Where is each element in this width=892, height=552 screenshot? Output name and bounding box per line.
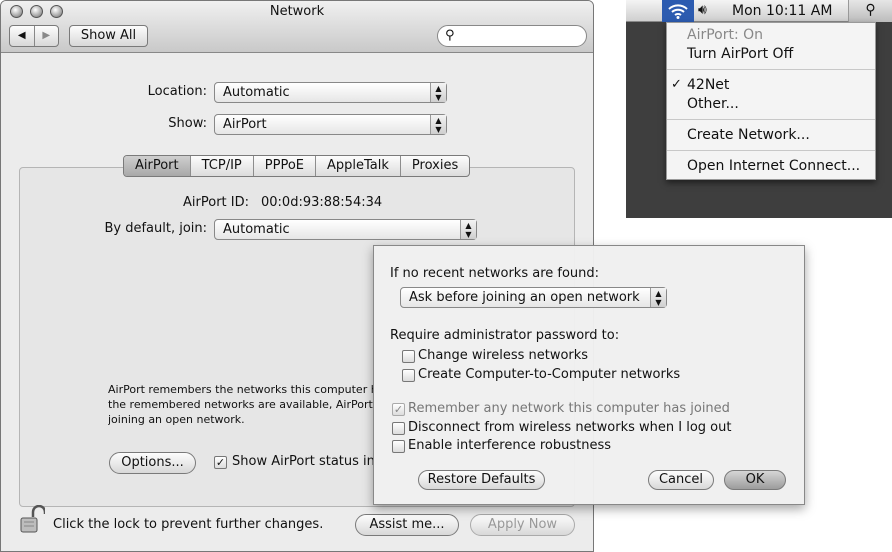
menu-turn-airport-off[interactable]: Turn AirPort Off	[687, 46, 793, 62]
menu-bar: 🔊︎ Mon 10:11 AM ⚲	[626, 0, 892, 22]
menu-open-internet-connect[interactable]: Open Internet Connect...	[687, 158, 860, 174]
airport-id-value: 00:0d:93:88:54:34	[261, 195, 383, 210]
menu-separator	[667, 69, 875, 70]
menu-create-network[interactable]: Create Network...	[687, 127, 810, 143]
info-line-2: the remembered networks are available, A…	[108, 398, 374, 411]
show-status-label: Show AirPort status in menu bar	[232, 454, 374, 469]
tab-tcpip[interactable]: TCP/IP	[191, 156, 254, 176]
tab-pppoe[interactable]: PPPoE	[254, 156, 317, 176]
default-join-value: Automatic	[223, 222, 290, 237]
restore-defaults-button[interactable]: Restore Defaults	[418, 470, 545, 490]
change-wireless-label: Change wireless networks	[418, 348, 589, 363]
spotlight-search-icon[interactable]: ⚲	[848, 0, 892, 22]
search-icon: ⚲	[445, 28, 455, 43]
change-wireless-checkbox[interactable]	[402, 350, 415, 363]
apply-now-button[interactable]: Apply Now	[470, 514, 575, 536]
menu-separator	[667, 150, 875, 151]
back-arrow-icon[interactable]: ◀	[10, 26, 35, 46]
menu-airport-status: AirPort: On	[687, 27, 764, 43]
location-popup[interactable]: Automatic ▲ ▼	[214, 82, 447, 103]
volume-icon[interactable]: 🔊︎	[698, 2, 707, 18]
airport-info-text: AirPort remembers the networks this comp…	[108, 382, 374, 427]
popup-arrows-icon: ▲ ▼	[430, 115, 446, 134]
show-all-button[interactable]: Show All	[69, 25, 148, 47]
menu-other-network[interactable]: Other...	[687, 96, 739, 112]
info-line-3: joining an open network.	[108, 413, 245, 426]
lock-icon[interactable]	[19, 504, 47, 535]
default-join-label: By default, join:	[104, 221, 207, 236]
window-title: Network	[269, 4, 325, 19]
airport-id-label: AirPort ID:	[183, 195, 249, 210]
if-none-found-popup[interactable]: Ask before joining an open network ▲ ▼	[400, 287, 667, 308]
lock-text: Click the lock to prevent further change…	[53, 517, 324, 532]
default-join-popup[interactable]: Automatic ▲ ▼	[214, 219, 477, 240]
remember-network-label: Remember any network this computer has j…	[408, 401, 730, 416]
menu-network-42net[interactable]: 42Net	[687, 77, 729, 93]
create-c2c-label: Create Computer-to-Computer networks	[418, 367, 681, 382]
if-none-found-label: If no recent networks are found:	[390, 266, 600, 281]
tab-airport[interactable]: AirPort	[124, 156, 191, 176]
forward-arrow-icon[interactable]: ▶	[35, 26, 59, 46]
tab-proxies[interactable]: Proxies	[401, 156, 469, 176]
popup-arrows-icon: ▲ ▼	[430, 83, 446, 102]
search-field[interactable]: ⚲	[437, 25, 587, 47]
assist-me-button[interactable]: Assist me...	[355, 514, 459, 536]
location-value: Automatic	[223, 85, 290, 100]
popup-arrows-icon: ▲ ▼	[650, 288, 666, 307]
location-label: Location:	[147, 84, 207, 99]
remember-network-checkbox[interactable]: ✓	[392, 403, 405, 416]
checkmark-icon: ✓	[671, 77, 682, 92]
search-input[interactable]	[460, 28, 580, 44]
info-line-1: AirPort remembers the networks this comp…	[108, 383, 374, 396]
popup-arrows-icon: ▲ ▼	[460, 220, 476, 239]
disconnect-logout-checkbox[interactable]	[392, 422, 405, 435]
tab-appletalk[interactable]: AppleTalk	[316, 156, 401, 176]
airport-dropdown-menu: AirPort: On Turn AirPort Off ✓ 42Net Oth…	[666, 22, 876, 180]
interference-label: Enable interference robustness	[408, 438, 612, 453]
options-button[interactable]: Options...	[109, 452, 196, 474]
show-status-checkbox[interactable]: ✓	[214, 456, 227, 469]
tab-bar: AirPort TCP/IP PPPoE AppleTalk Proxies	[123, 155, 471, 177]
menu-clock[interactable]: Mon 10:11 AM	[732, 3, 832, 19]
require-password-label: Require administrator password to:	[390, 328, 620, 343]
back-forward-control: ◀ ▶	[9, 25, 59, 47]
airport-options-sheet: If no recent networks are found: Ask bef…	[373, 245, 805, 505]
show-label: Show:	[168, 116, 207, 131]
show-value: AirPort	[223, 117, 267, 132]
wifi-icon	[668, 4, 688, 19]
menu-separator	[667, 119, 875, 120]
airport-menu-extra[interactable]	[662, 0, 694, 22]
title-bar: Network ◀ ▶ Show All ⚲	[1, 1, 593, 53]
interference-checkbox[interactable]	[392, 440, 405, 453]
cancel-button[interactable]: Cancel	[648, 470, 714, 490]
disconnect-logout-label: Disconnect from wireless networks when I…	[408, 420, 732, 435]
if-none-found-value: Ask before joining an open network	[409, 290, 640, 305]
ok-button[interactable]: OK	[724, 470, 786, 490]
show-popup[interactable]: AirPort ▲ ▼	[214, 114, 447, 135]
create-c2c-checkbox[interactable]	[402, 369, 415, 382]
